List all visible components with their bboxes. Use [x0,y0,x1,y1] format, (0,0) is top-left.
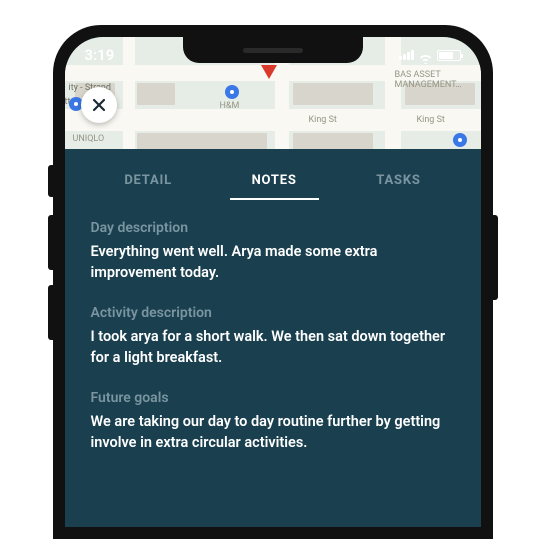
map-label-king2: King St [417,115,445,125]
screen: 3:19 BAS ASSET MANAGEMENT… ity - [65,37,481,527]
close-button[interactable] [81,87,117,123]
notes-list: Day description Everything went well. Ar… [65,200,481,453]
status-indicators [399,50,461,61]
note-text: Everything went well. Arya made some ext… [91,241,455,283]
tab-detail[interactable]: DETAIL [120,165,176,200]
wifi-icon [418,50,433,61]
note-item: Activity description I took arya for a s… [91,305,455,368]
map-pin-icon[interactable] [453,133,467,147]
note-label: Future goals [91,390,455,406]
cellular-icon [399,50,414,60]
volume-up [48,215,53,270]
note-item: Future goals We are taking our day to da… [91,390,455,453]
notch [183,37,363,63]
content-panel: DETAIL NOTES TASKS Day description Every… [65,149,481,495]
battery-icon [437,50,461,61]
map-label-king1: King St [309,115,337,125]
note-label: Day description [91,220,455,236]
map-label-uniqlo: UNIQLO [73,134,105,144]
note-item: Day description Everything went well. Ar… [91,220,455,283]
map-pin-icon[interactable] [225,85,239,99]
volume-down [48,285,53,340]
status-time: 3:19 [85,46,115,64]
tab-bar: DETAIL NOTES TASKS [65,149,481,200]
note-label: Activity description [91,305,455,321]
tab-notes[interactable]: NOTES [248,165,301,200]
mute-switch [48,165,53,197]
close-icon [91,97,107,113]
tab-tasks[interactable]: TASKS [372,165,424,200]
power-button [493,215,498,300]
map-label-hm: H&M [220,101,240,111]
map-label-mgmt: MANAGEMENT… [395,80,462,90]
note-text: I took arya for a short walk. We then sa… [91,326,455,368]
phone-frame: 3:19 BAS ASSET MANAGEMENT… ity - [53,25,493,539]
note-text: We are taking our day to day routine fur… [91,411,455,453]
